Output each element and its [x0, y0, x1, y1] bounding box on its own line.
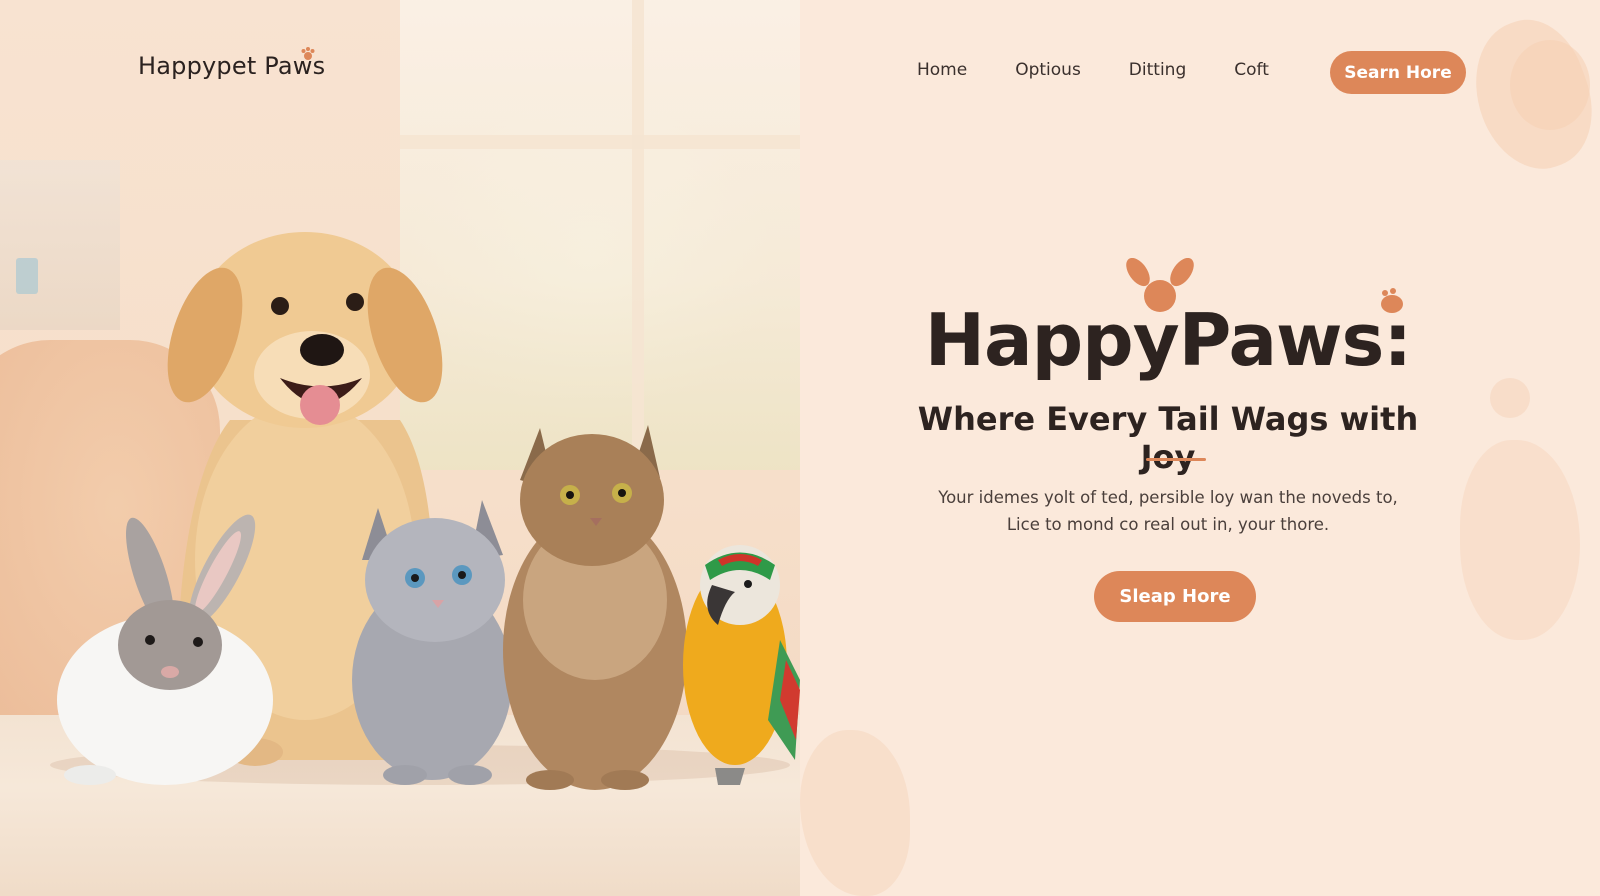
kitten-illustration	[352, 500, 512, 785]
cat-illustration	[503, 425, 687, 790]
hero-description: Your idemes yolt of ted, persible loy wa…	[930, 484, 1406, 538]
nav-optious[interactable]: Optious	[1015, 60, 1081, 80]
parrot-illustration	[683, 545, 800, 785]
decorative-paw-shape	[1490, 378, 1530, 418]
nav-coft[interactable]: Coft	[1234, 60, 1269, 80]
hero-photo	[0, 0, 800, 896]
header-cta-button[interactable]: Searn Hore	[1330, 51, 1466, 94]
pets-illustration	[57, 232, 800, 790]
divider	[1146, 458, 1206, 461]
hero-description-line: Lice to mond co real out in, your thore.	[1006, 515, 1330, 534]
paw-icon	[301, 47, 315, 60]
brand-logo[interactable]: Happypet Paws	[138, 52, 325, 80]
nav-ditting[interactable]: Ditting	[1129, 60, 1186, 80]
nav-home[interactable]: Home	[917, 60, 967, 80]
hero-cta-button[interactable]: Sleap Hore	[1094, 571, 1256, 622]
decorative-paw-shape	[800, 730, 910, 896]
hero-subtitle: Where Every Tail Wags with Joy	[917, 400, 1419, 476]
decorative-paw-shape	[1460, 440, 1580, 640]
rabbit-illustration	[57, 514, 273, 785]
main-nav: Home Optious Ditting Coft	[917, 60, 1317, 80]
hero-title: HappyPaws:	[924, 298, 1412, 382]
decorative-paw-shape	[1510, 40, 1590, 130]
hero-description-line: Your idemes yolt of ted, persible loy wa…	[938, 488, 1398, 507]
